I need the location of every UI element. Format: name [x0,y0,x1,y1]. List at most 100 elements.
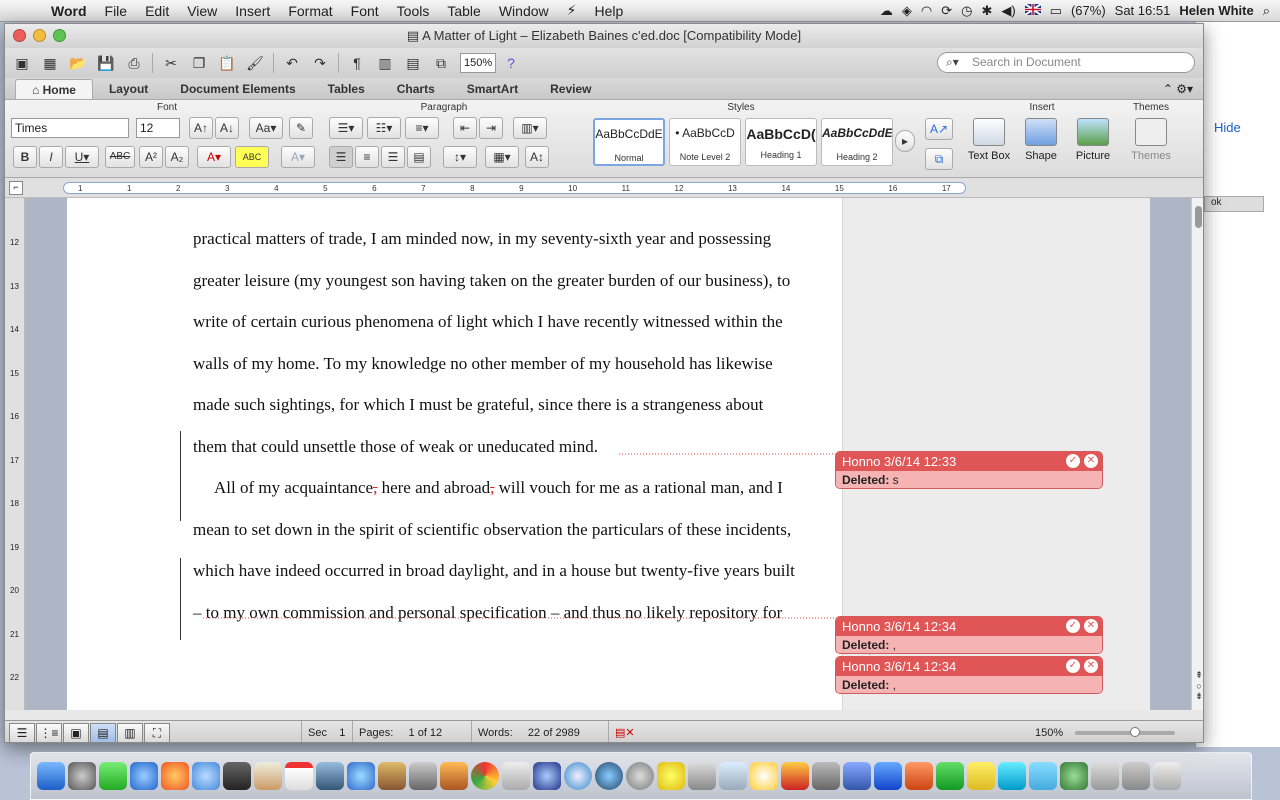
save-icon[interactable]: 💾 [93,51,119,75]
communicator-icon[interactable] [998,762,1026,790]
volume-icon[interactable]: ◀) [1001,3,1015,19]
menu-view[interactable]: View [178,3,226,19]
justify-icon[interactable]: ▤ [407,146,431,168]
close-window-button[interactable] [13,29,26,42]
hide-link[interactable]: Hide [1214,120,1241,135]
contacts-icon[interactable] [254,762,282,790]
browse-buttons-icon[interactable]: ⇞ ○ ⇟ [1193,670,1203,702]
battery-percent[interactable]: (67%) [1071,3,1106,18]
styles-pane-icon[interactable]: A↗ [925,118,953,140]
messages-icon[interactable] [192,762,220,790]
tab-layout[interactable]: Layout [93,79,164,99]
underline-icon[interactable]: U▾ [65,146,99,168]
shape-button[interactable]: Shape [1015,118,1067,162]
spotlight-icon[interactable]: ⌕ [1263,3,1270,19]
script-menu-icon[interactable]: ⚡ [558,2,586,19]
finder-icon[interactable] [37,762,65,790]
sidebar-icon[interactable]: ▥ [372,51,398,75]
tab-selector-icon[interactable]: ⌐ [9,181,23,195]
zoom-slider[interactable] [1075,727,1175,737]
safari-icon[interactable] [564,762,592,790]
format-painter-icon[interactable]: 🖌 [242,51,268,75]
columns-icon[interactable]: ▥▾ [513,117,547,139]
text-box-button[interactable]: Text Box [963,118,1015,162]
menu-insert[interactable]: Insert [226,3,279,19]
tab-document-elements[interactable]: Document Elements [164,79,311,99]
app-store-icon[interactable] [130,762,158,790]
printer-icon[interactable] [688,762,716,790]
battery-icon[interactable]: ▭ [1050,3,1062,19]
line-spacing-icon[interactable]: ↕▾ [443,146,477,168]
font-name-select[interactable]: Times [11,118,129,138]
style-heading-2[interactable]: AaBbCcDdE Heading 2 [821,118,893,166]
menu-font[interactable]: Font [342,3,388,19]
cyberduck-icon[interactable] [657,762,685,790]
print-icon[interactable]: ⎙ [121,51,147,75]
preview-icon[interactable] [719,762,747,790]
vertical-ruler[interactable]: 12 13 14 15 16 17 18 19 20 21 22 [5,198,25,710]
highlight-icon[interactable]: ABC [235,146,269,168]
facetime-icon[interactable] [223,762,251,790]
spelling-status-icon[interactable]: ▤✕ [608,721,648,742]
search-input[interactable]: ⌕▾ Search in Document [937,52,1195,73]
align-left-icon[interactable]: ☰ [329,146,353,168]
pages-indicator[interactable]: Pages: 1 of 12 [352,721,470,742]
utility-icon[interactable] [99,762,127,790]
help-icon[interactable]: ? [498,51,524,75]
stamp-app-icon[interactable] [1122,762,1150,790]
time-machine-dock-icon[interactable] [595,762,623,790]
hp-printer-icon[interactable] [1091,762,1119,790]
reject-change-icon[interactable]: ✕ [1084,619,1098,633]
chrome-icon[interactable] [471,762,499,790]
blocked-app-icon[interactable] [626,762,654,790]
decrease-indent-icon[interactable]: ⇤ [453,117,477,139]
themes-button[interactable]: Themes [1125,118,1177,162]
style-normal[interactable]: AaBbCcDdE Normal [593,118,665,166]
style-heading-1[interactable]: AaBbCcD( Heading 1 [745,118,817,166]
photos-icon[interactable] [316,762,344,790]
user-name[interactable]: Helen White [1179,3,1253,18]
italic-icon[interactable]: I [39,146,63,168]
font-color-icon[interactable]: A▾ [197,146,231,168]
section-indicator[interactable]: Sec 1 [301,721,351,742]
menu-format[interactable]: Format [279,3,341,19]
shrink-font-icon[interactable]: A↓ [215,117,239,139]
wifi-icon[interactable]: ◠ [921,3,932,19]
strikethrough-icon[interactable]: ABC [105,146,135,168]
lamp-icon[interactable] [750,762,778,790]
outline-view-icon[interactable]: ⋮≡ [36,723,62,742]
comment-balloon[interactable]: Honno 3/6/14 12:34 ✓ ✕ Deleted: , [835,656,1103,694]
reject-change-icon[interactable]: ✕ [1084,454,1098,468]
menu-tools[interactable]: Tools [388,3,439,19]
print-layout-view-icon[interactable]: ▤ [90,723,116,742]
sync-icon[interactable]: ⟳ [941,3,952,19]
itunes-icon[interactable] [347,762,375,790]
word-dock-icon[interactable] [874,762,902,790]
publishing-view-icon[interactable]: ▣ [63,723,89,742]
subscript-icon[interactable]: A₂ [165,146,189,168]
show-formatting-icon[interactable]: ¶ [344,51,370,75]
background-button[interactable]: ok [1204,196,1264,212]
new-document-icon[interactable]: ▣ [9,51,35,75]
network-icon[interactable] [533,762,561,790]
dropbox-icon[interactable]: ◈ [902,3,912,19]
launchpad-icon[interactable] [68,762,96,790]
copy-icon[interactable]: ❐ [186,51,212,75]
tab-smartart[interactable]: SmartArt [451,79,534,99]
open-icon[interactable]: 📂 [65,51,91,75]
change-case-icon[interactable]: Aa▾ [249,117,283,139]
sort-icon[interactable]: A↕ [525,146,549,168]
multilevel-list-icon[interactable]: ≡▾ [405,117,439,139]
ruler-scale[interactable]: 1 1 2 3 4 5 6 7 8 9 10 11 12 13 14 15 16… [63,182,966,194]
menu-app-word[interactable]: Word [42,3,96,19]
templates-icon[interactable]: ▦ [37,51,63,75]
firefox-icon[interactable] [161,762,189,790]
numbering-icon[interactable]: ☷▾ [367,117,401,139]
powerpoint-dock-icon[interactable] [905,762,933,790]
menu-window[interactable]: Window [490,3,558,19]
creative-cloud-icon[interactable]: ☁ [880,3,893,19]
text-effects-icon[interactable]: A▾ [281,146,315,168]
undo-icon[interactable]: ↶ [279,51,305,75]
time-machine-icon[interactable]: ◷ [961,3,972,19]
cut-icon[interactable]: ✂ [158,51,184,75]
